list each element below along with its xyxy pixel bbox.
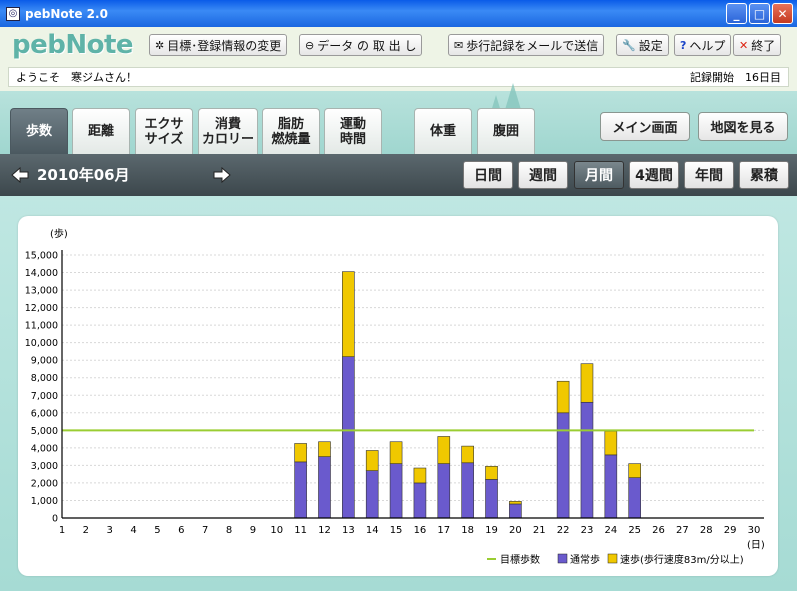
tab-fat-burn[interactable]: 脂肪 燃焼量 [262, 108, 320, 154]
period-day-button[interactable]: 日間 [463, 161, 513, 189]
record-start-text: 記録開始 16日目 [690, 71, 781, 84]
window-title: pebNote 2.0 [25, 6, 108, 21]
period-year-button[interactable]: 年間 [684, 161, 734, 189]
current-month: 2010年06月 [37, 166, 130, 184]
close-icon: ✕ [739, 38, 749, 52]
period-month-button[interactable]: 月間 [574, 161, 624, 189]
gear-icon: ✲ [155, 38, 165, 52]
app-icon: ◎ [6, 6, 20, 21]
tab-waist[interactable]: 腹囲 [477, 108, 535, 154]
greeting-text: ようこそ 寒ジムさん！ [16, 71, 137, 84]
settings-button[interactable]: 🔧 設定 [616, 34, 669, 56]
exit-button[interactable]: ✕ 終了 [733, 34, 782, 56]
close-window-button[interactable]: ✕ [772, 3, 793, 24]
view-map-button[interactable]: 地図を見る [698, 112, 788, 141]
tab-calories[interactable]: 消費 カロリー [198, 108, 258, 154]
chart-panel [18, 216, 778, 576]
prev-month-icon[interactable] [11, 167, 29, 183]
app-logo: pebNote [12, 30, 134, 60]
export-icon: ⊖ [305, 38, 315, 52]
title-bar: ◎ pebNote 2.0 _ □ ✕ [0, 0, 797, 27]
tab-distance[interactable]: 距離 [72, 108, 130, 154]
goal-settings-button[interactable]: ✲ 目標･登録情報の変更 [149, 34, 288, 56]
send-mail-button[interactable]: ✉ 歩行記録をメールで送信 [448, 34, 605, 56]
maximize-button[interactable]: □ [749, 3, 770, 24]
tab-steps[interactable]: 歩数 [10, 108, 68, 154]
help-icon: ? [680, 38, 687, 52]
tab-weight[interactable]: 体重 [414, 108, 472, 154]
period-4week-button[interactable]: 4週間 [629, 161, 679, 189]
next-month-icon[interactable] [213, 167, 231, 183]
main-screen-button[interactable]: メイン画面 [600, 112, 690, 141]
minimize-button[interactable]: _ [726, 3, 747, 24]
period-week-button[interactable]: 週間 [518, 161, 568, 189]
wrench-icon: 🔧 [622, 38, 636, 52]
tab-exercise-time[interactable]: 運動 時間 [324, 108, 382, 154]
welcome-bar: ようこそ 寒ジムさん！ 記録開始 16日目 [8, 67, 789, 87]
mail-icon: ✉ [454, 38, 464, 52]
help-button[interactable]: ? ヘルプ [674, 34, 732, 56]
tab-exercise[interactable]: エクサ サイズ [135, 108, 193, 154]
data-export-button[interactable]: ⊖ データ の 取 出 し [299, 34, 423, 56]
period-cumulative-button[interactable]: 累積 [739, 161, 789, 189]
